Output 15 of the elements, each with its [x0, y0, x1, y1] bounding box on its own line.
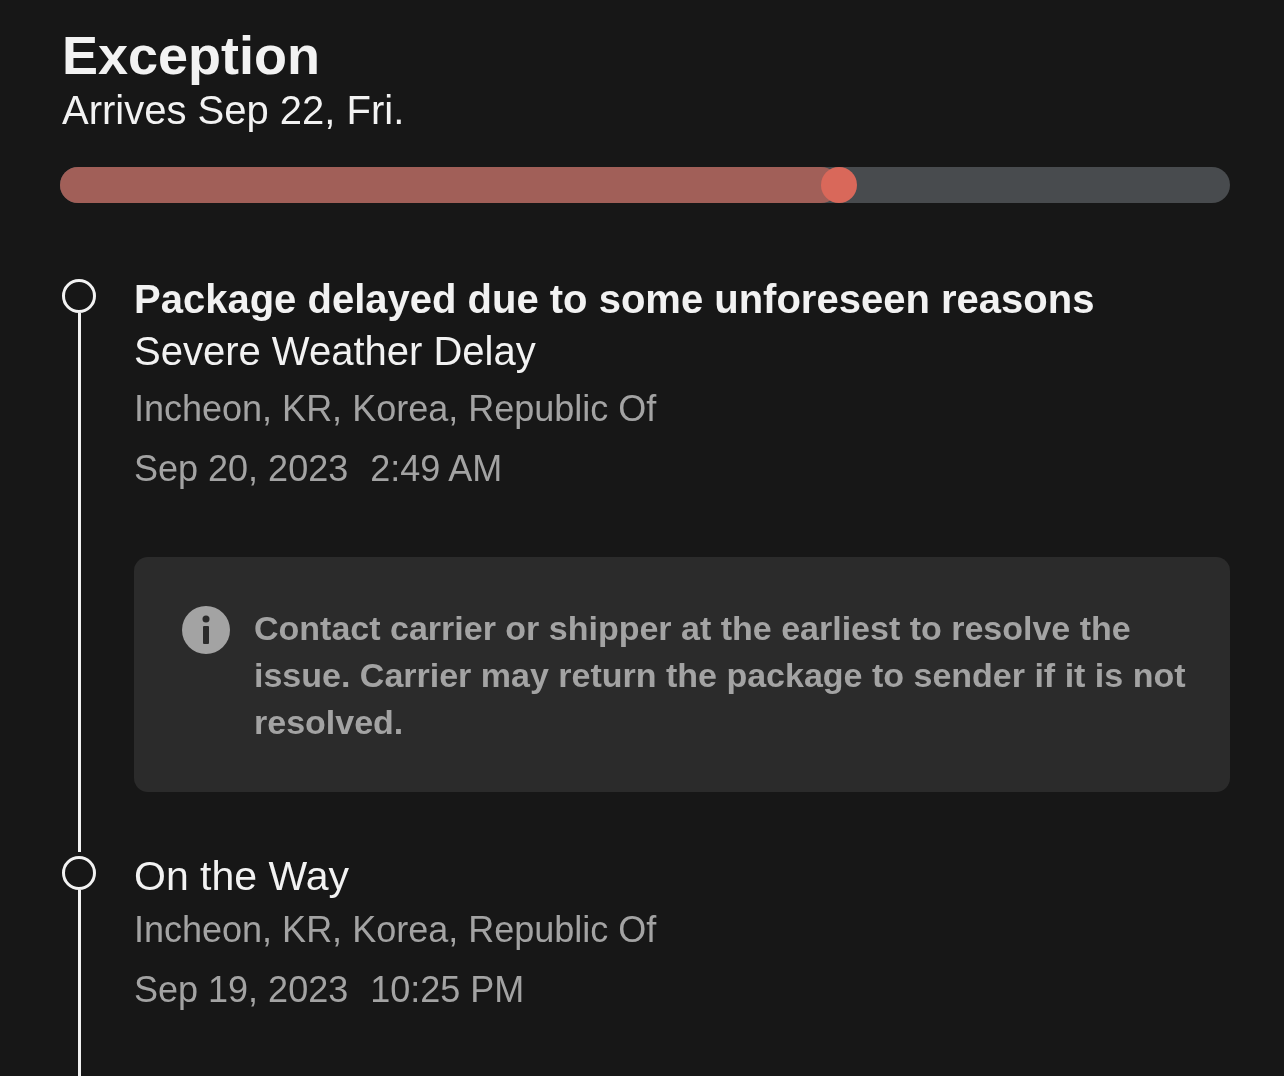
event-location: Incheon, KR, Korea, Republic Of — [134, 387, 658, 431]
arrival-date: Arrives Sep 22, Fri. — [61, 87, 406, 134]
event-date: Sep 19, 2023 — [134, 968, 349, 1012]
status-title: Exception — [61, 24, 322, 86]
timeline-node — [62, 856, 96, 890]
info-icon — [182, 606, 230, 654]
event-time: 2:49 AM — [370, 447, 503, 491]
event-time: 10:25 PM — [370, 968, 525, 1012]
event-detail: Severe Weather Delay — [134, 328, 537, 375]
event-date: Sep 20, 2023 — [134, 447, 349, 491]
notice-text: Contact carrier or shipper at the earliest to resolve the issue. Carrier may return the package to sender if it is not resolved. — [254, 608, 1187, 743]
event-location: Incheon, KR, Korea, Republic Of — [134, 908, 658, 952]
timeline-node — [62, 279, 96, 313]
event-title: On the Way — [134, 852, 350, 900]
event-title: Package delayed due to some unforeseen reasons — [134, 276, 1096, 323]
